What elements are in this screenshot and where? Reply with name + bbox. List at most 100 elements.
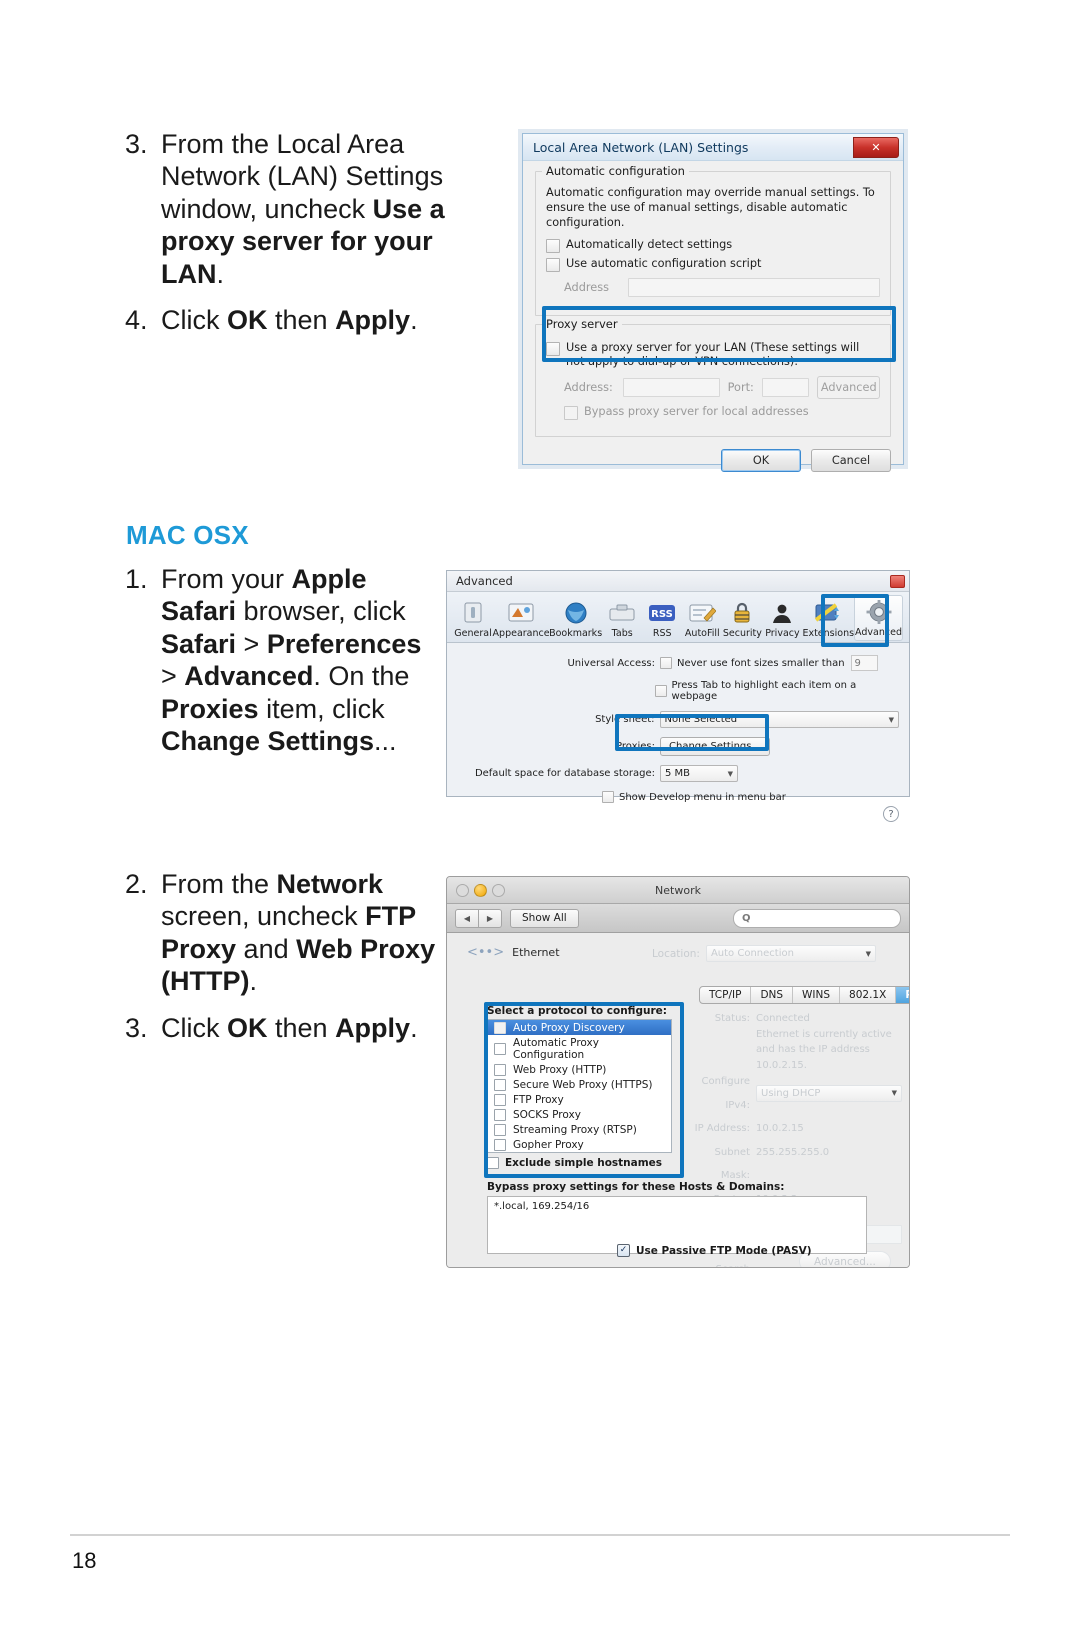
database-storage-row: Default space for database storage: 5 MB… — [457, 765, 899, 782]
protocol-label: Auto Proxy Discovery — [513, 1021, 625, 1034]
toolbar-item-appearance[interactable]: Appearance — [493, 597, 550, 641]
protocol-label: Secure Web Proxy (HTTPS) — [513, 1078, 653, 1091]
script-address-input[interactable] — [628, 277, 880, 297]
protocol-label: Automatic Proxy Configuration — [513, 1036, 599, 1061]
page-number: 18 — [72, 1548, 97, 1573]
protocol-list-item[interactable]: SOCKS Proxy — [488, 1107, 671, 1122]
protocol-list-item[interactable]: Secure Web Proxy (HTTPS) — [488, 1077, 671, 1092]
toolbar-item-rss[interactable]: RSS RSS — [642, 597, 682, 641]
lan-dialog-title: Local Area Network (LAN) Settings — [533, 139, 749, 155]
toolbar-item-advanced[interactable]: Advanced — [854, 595, 903, 641]
protocol-checkbox[interactable] — [494, 1093, 506, 1106]
bypass-proxy-checkbox[interactable] — [564, 406, 578, 421]
tab-dns[interactable]: DNS — [750, 987, 792, 1003]
lan-cancel-button[interactable]: Cancel — [811, 449, 891, 473]
protocol-list-item[interactable]: FTP Proxy — [488, 1092, 671, 1107]
auto-detect-settings-row[interactable]: Automatically detect settings — [546, 238, 880, 253]
protocol-list-item[interactable]: Web Proxy (HTTP) — [488, 1062, 671, 1077]
protocol-checkbox[interactable] — [494, 1108, 506, 1121]
bypass-proxy-row[interactable]: Bypass proxy server for local addresses — [564, 405, 880, 421]
safari-dialog-titlebar: Advanced — [447, 571, 909, 592]
back-icon[interactable]: ◀ — [455, 908, 479, 928]
safari-advanced-preferences-dialog: Advanced General Appearance Bookmarks Tabs R… — [446, 570, 910, 822]
protocol-list-item[interactable]: Auto Proxy Discovery — [488, 1020, 671, 1035]
forward-icon[interactable]: ▶ — [479, 908, 502, 928]
proxy-server-legend: Proxy server — [542, 316, 622, 331]
protocol-checkbox[interactable] — [494, 1021, 506, 1034]
universal-access-row: Universal Access: Never use font sizes s… — [457, 655, 899, 671]
tab-tcp-ip[interactable]: TCP/IP — [700, 987, 750, 1003]
press-tab-label: Press Tab to highlight each item on a we… — [671, 680, 857, 702]
minimum-font-size-input[interactable]: 9 — [850, 655, 878, 671]
passive-ftp-row[interactable]: ✓ Use Passive FTP Mode (PASV) — [617, 1244, 812, 1257]
close-icon[interactable]: ✕ — [853, 136, 899, 158]
never-use-font-checkbox[interactable] — [660, 657, 672, 669]
close-icon[interactable] — [890, 574, 905, 588]
location-select[interactable]: Auto Connection ▼ — [705, 945, 876, 962]
protocol-list[interactable]: Auto Proxy Discovery Automatic Proxy Conf… — [487, 1019, 672, 1153]
step-item: 3. Click OK then Apply. — [125, 1012, 445, 1044]
protocol-list-item[interactable]: Automatic Proxy Configuration — [488, 1035, 671, 1062]
toolbar-item-privacy[interactable]: Privacy — [762, 597, 802, 641]
proxy-advanced-button[interactable]: Advanced — [817, 376, 880, 400]
style-sheet-label: Style sheet: — [595, 714, 655, 725]
step-number: 3. — [125, 129, 148, 159]
protocol-checkbox[interactable] — [494, 1042, 506, 1055]
bypass-label: Bypass proxy settings for these Hosts & … — [487, 1181, 785, 1193]
help-icon[interactable]: ? — [883, 806, 899, 822]
toolbar-item-extensions[interactable]: Extensions — [802, 597, 854, 641]
use-proxy-server-checkbox[interactable] — [546, 341, 560, 356]
step-text: Click OK then Apply. — [161, 1012, 418, 1043]
protocol-list-item[interactable]: Streaming Proxy (RTSP) — [488, 1122, 671, 1137]
proxy-address-input[interactable] — [623, 378, 720, 398]
tab-wins[interactable]: WINS — [792, 987, 839, 1003]
exclude-hostnames-checkbox[interactable] — [487, 1157, 499, 1169]
step-text: Click OK then Apply. — [161, 304, 418, 335]
script-address-row: Address — [564, 277, 880, 297]
configure-ipv4-value: Using DHCP — [761, 1087, 821, 1099]
lan-ok-button[interactable]: OK — [721, 449, 801, 473]
auto-config-script-row[interactable]: Use automatic configuration script — [546, 257, 880, 272]
mac-steps-list-2: 2. From the Network screen, uncheck FTP P… — [125, 868, 445, 1058]
database-storage-value: 5 MB — [665, 768, 691, 779]
change-settings-button[interactable]: Change Settings... — [660, 737, 771, 756]
press-tab-checkbox[interactable] — [654, 685, 667, 697]
auto-config-script-label: Use automatic configuration script — [566, 256, 762, 270]
chevron-down-icon: ▼ — [888, 715, 894, 724]
protocol-label: Web Proxy (HTTP) — [513, 1063, 607, 1076]
proxy-port-input[interactable] — [762, 378, 810, 398]
toolbar-item-autofill[interactable]: AutoFill — [682, 597, 722, 641]
tab-802-1x[interactable]: 802.1X — [839, 987, 895, 1003]
autofill-icon — [687, 599, 717, 627]
toolbar-item-security[interactable]: Security — [722, 597, 762, 641]
configure-ipv4-select[interactable]: Using DHCP ▼ — [756, 1085, 902, 1102]
location-value: Auto Connection — [710, 948, 794, 959]
passive-ftp-checkbox[interactable]: ✓ — [617, 1244, 630, 1257]
database-storage-select[interactable]: 5 MB ▼ — [660, 765, 738, 782]
auto-detect-settings-checkbox[interactable] — [546, 238, 560, 253]
protocol-list-item[interactable]: Gopher Proxy — [488, 1137, 671, 1152]
toolbar-item-tabs[interactable]: Tabs — [602, 597, 642, 641]
protocol-checkbox[interactable] — [494, 1123, 506, 1136]
search-domains-label: Search Domains: — [692, 1258, 750, 1267]
toolbar-item-general[interactable]: General — [453, 597, 493, 641]
tab-proxies[interactable]: Proxies — [895, 987, 909, 1003]
protocol-checkbox[interactable] — [494, 1078, 506, 1091]
show-develop-checkbox[interactable] — [602, 791, 614, 803]
step-item: 4. Click OK then Apply. — [125, 304, 500, 336]
toolbar-item-bookmarks[interactable]: Bookmarks — [549, 597, 602, 641]
show-all-button[interactable]: Show All — [510, 908, 579, 928]
auto-config-script-checkbox[interactable] — [546, 257, 560, 272]
proxy-port-label: Port: — [727, 381, 754, 395]
step-number: 4. — [125, 304, 148, 335]
lan-dialog-buttons: OK Cancel — [535, 449, 891, 473]
location-label: Location: — [652, 947, 700, 960]
style-sheet-select[interactable]: None Selected ▼ — [659, 711, 899, 728]
status-value: Connected — [756, 1013, 810, 1024]
search-input[interactable]: Q — [733, 908, 901, 928]
use-proxy-server-row[interactable]: Use a proxy server for your LAN (These s… — [546, 341, 880, 370]
step-text: From the Local Area Network (LAN) Settin… — [161, 129, 445, 289]
protocol-checkbox[interactable] — [494, 1063, 506, 1076]
protocol-checkbox[interactable] — [494, 1138, 506, 1151]
interface-label: Ethernet — [512, 946, 560, 959]
